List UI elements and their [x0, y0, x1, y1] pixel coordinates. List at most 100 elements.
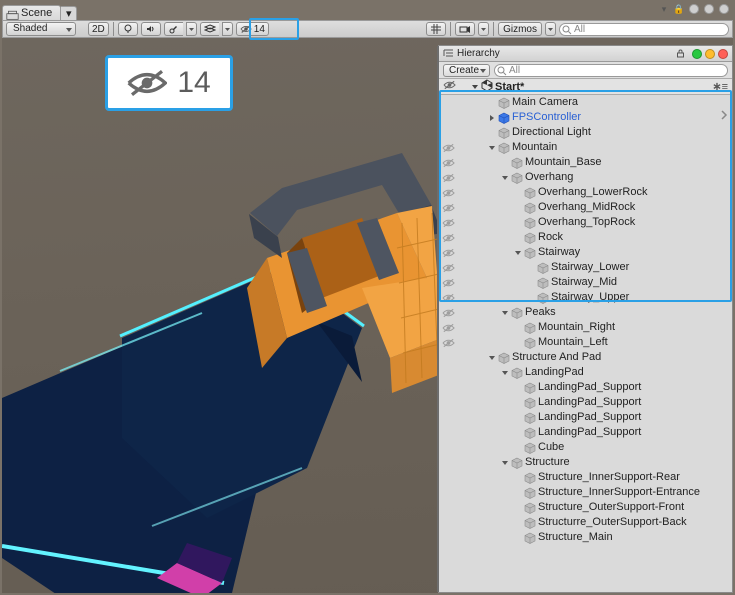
lighting-toggle[interactable] — [118, 22, 138, 36]
audio-toggle[interactable] — [141, 22, 161, 36]
traffic-max[interactable] — [718, 49, 728, 59]
shading-mode-dropdown[interactable]: Shaded — [6, 22, 76, 36]
gameobject-icon — [537, 262, 549, 274]
hierarchy-item-overhang-mid[interactable]: Overhang_MidRock — [439, 200, 732, 215]
foldout-icon[interactable] — [513, 249, 522, 257]
scene-toolbar: Shaded 2D 14 Gizmos All — [2, 20, 733, 38]
visibility-toggle[interactable] — [441, 233, 455, 243]
visibility-toggle[interactable] — [441, 278, 455, 288]
hierarchy-item-mountain[interactable]: Mountain — [439, 140, 732, 155]
foldout-icon[interactable] — [487, 354, 496, 362]
foldout-icon[interactable] — [500, 369, 509, 377]
hierarchy-item-stairway-upper[interactable]: Stairway_Upper — [439, 290, 732, 305]
foldout-icon[interactable] — [500, 459, 509, 467]
hierarchy-titlebar[interactable]: Hierarchy — [439, 46, 732, 62]
item-label: Structurre_OuterSupport-Back — [538, 515, 687, 530]
hierarchy-item-mountain-base[interactable]: Mountain_Base — [439, 155, 732, 170]
hierarchy-item-rock[interactable]: Rock — [439, 230, 732, 245]
visibility-toggle[interactable] — [441, 158, 455, 168]
visibility-toggle[interactable] — [441, 338, 455, 348]
scene-search[interactable]: All — [559, 23, 729, 36]
visibility-toggle[interactable] — [441, 218, 455, 228]
foldout-down-icon[interactable] — [470, 83, 479, 91]
hierarchy-item-inner-rear[interactable]: Structure_InnerSupport-Rear — [439, 470, 732, 485]
traffic-close[interactable] — [692, 49, 702, 59]
scene-root-row[interactable]: Start* ∗≡ — [439, 79, 732, 95]
item-label: Mountain — [512, 140, 557, 155]
scene-tab[interactable]: Scene — [2, 5, 61, 20]
visibility-toggle[interactable] — [441, 293, 455, 303]
gameobject-icon — [537, 277, 549, 289]
hierarchy-item-overhang[interactable]: Overhang — [439, 170, 732, 185]
hierarchy-item-structure-main[interactable]: Structure_Main — [439, 530, 732, 545]
hierarchy-item-mountain-right[interactable]: Mountain_Right — [439, 320, 732, 335]
item-label: Directional Light — [512, 125, 591, 140]
scene-tab-menu[interactable]: ▾ — [61, 6, 77, 20]
hierarchy-item-main-camera[interactable]: Main Camera — [439, 95, 732, 110]
visibility-toggle[interactable] — [441, 308, 455, 318]
hierarchy-item-landingpad-s4[interactable]: LandingPad_Support — [439, 425, 732, 440]
visibility-toggle[interactable] — [441, 173, 455, 183]
item-label: Overhang — [525, 170, 573, 185]
foldout-icon[interactable] — [487, 144, 496, 152]
foldout-icon[interactable] — [500, 174, 509, 182]
visibility-toggle[interactable] — [441, 188, 455, 198]
hierarchy-item-stairway[interactable]: Stairway — [439, 245, 732, 260]
layers-toggle[interactable] — [200, 22, 219, 36]
gizmos-label: Gizmos — [503, 24, 537, 35]
gizmos-dropdown[interactable] — [545, 22, 556, 36]
gameobject-icon — [511, 157, 523, 169]
hierarchy-item-landingpad-s2[interactable]: LandingPad_Support — [439, 395, 732, 410]
item-label: Stairway_Upper — [551, 290, 629, 305]
gameobject-icon — [498, 127, 510, 139]
item-label: Structure_InnerSupport-Rear — [538, 470, 680, 485]
visibility-toggle[interactable] — [441, 143, 455, 153]
hierarchy-item-outer-front[interactable]: Structure_OuterSupport-Front — [439, 500, 732, 515]
grid-icon — [430, 23, 442, 35]
visibility-toggle[interactable] — [441, 263, 455, 273]
hierarchy-item-overhang-top[interactable]: Overhang_TopRock — [439, 215, 732, 230]
hierarchy-item-peaks[interactable]: Peaks — [439, 305, 732, 320]
hierarchy-item-inner-entrance[interactable]: Structure_InnerSupport-Entrance — [439, 485, 732, 500]
hierarchy-search[interactable]: All — [494, 64, 728, 77]
hierarchy-item-outer-back[interactable]: Structurre_OuterSupport-Back — [439, 515, 732, 530]
hierarchy-item-fps[interactable]: FPSController — [439, 110, 732, 125]
effects-dropdown[interactable] — [186, 22, 197, 36]
hierarchy-item-dir-light[interactable]: Directional Light — [439, 125, 732, 140]
gameobject-icon — [498, 352, 510, 364]
chevron-down-icon — [547, 26, 554, 33]
hierarchy-item-overhang-lower[interactable]: Overhang_LowerRock — [439, 185, 732, 200]
hierarchy-item-structure-pad[interactable]: Structure And Pad — [439, 350, 732, 365]
gizmos-toggle[interactable]: Gizmos — [498, 22, 542, 36]
visibility-toggle[interactable] — [441, 248, 455, 258]
panel-menu-icon[interactable]: ∗≡ — [712, 80, 728, 93]
camera-settings[interactable] — [455, 22, 475, 36]
create-button[interactable]: Create — [443, 64, 490, 77]
grid-toggle[interactable] — [426, 22, 446, 36]
hierarchy-item-landingpad-s1[interactable]: LandingPad_Support — [439, 380, 732, 395]
hierarchy-item-structure[interactable]: Structure — [439, 455, 732, 470]
hierarchy-head: Create All — [439, 62, 732, 79]
layers-dropdown[interactable] — [222, 22, 233, 36]
item-label: Structure_Main — [538, 530, 613, 545]
camera-settings-dropdown[interactable] — [478, 22, 489, 36]
lock-icon[interactable] — [676, 49, 685, 58]
mode-2d-toggle[interactable]: 2D — [88, 22, 109, 36]
panel-menu-icon[interactable]: ▾ — [659, 4, 669, 14]
hierarchy-item-cube[interactable]: Cube — [439, 440, 732, 455]
effects-toggle[interactable] — [164, 22, 183, 36]
hierarchy-item-landingpad[interactable]: LandingPad — [439, 365, 732, 380]
hidden-count-callout: 14 — [105, 55, 233, 111]
hierarchy-item-mountain-left[interactable]: Mountain_Left — [439, 335, 732, 350]
hidden-objects-indicator[interactable]: 14 — [236, 22, 269, 36]
lock-icon[interactable]: 🔒 — [674, 4, 684, 14]
traffic-min[interactable] — [705, 49, 715, 59]
visibility-toggle[interactable] — [441, 323, 455, 333]
hierarchy-item-landingpad-s3[interactable]: LandingPad_Support — [439, 410, 732, 425]
foldout-icon[interactable] — [500, 309, 509, 317]
foldout-icon[interactable] — [487, 114, 496, 122]
gameobject-icon — [511, 307, 523, 319]
hierarchy-item-stairway-mid[interactable]: Stairway_Mid — [439, 275, 732, 290]
hierarchy-item-stairway-lower[interactable]: Stairway_Lower — [439, 260, 732, 275]
visibility-toggle[interactable] — [441, 203, 455, 213]
